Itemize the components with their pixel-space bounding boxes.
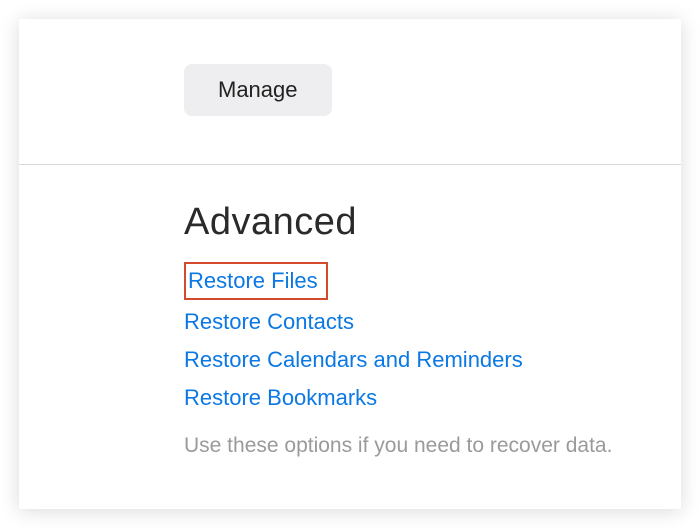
advanced-section: Advanced Restore Files Restore Contacts …: [19, 165, 681, 498]
restore-bookmarks-link[interactable]: Restore Bookmarks: [184, 382, 377, 414]
settings-panel: Manage Advanced Restore Files Restore Co…: [19, 19, 681, 509]
manage-button[interactable]: Manage: [184, 64, 332, 116]
restore-contacts-link[interactable]: Restore Contacts: [184, 306, 354, 338]
restore-calendars-link[interactable]: Restore Calendars and Reminders: [184, 344, 523, 376]
top-section: Manage: [19, 19, 681, 164]
restore-files-link[interactable]: Restore Files: [188, 268, 318, 293]
restore-files-highlight: Restore Files: [184, 262, 328, 300]
advanced-heading: Advanced: [184, 201, 641, 244]
advanced-links: Restore Files Restore Contacts Restore C…: [184, 262, 641, 414]
advanced-note: Use these options if you need to recover…: [184, 434, 641, 458]
